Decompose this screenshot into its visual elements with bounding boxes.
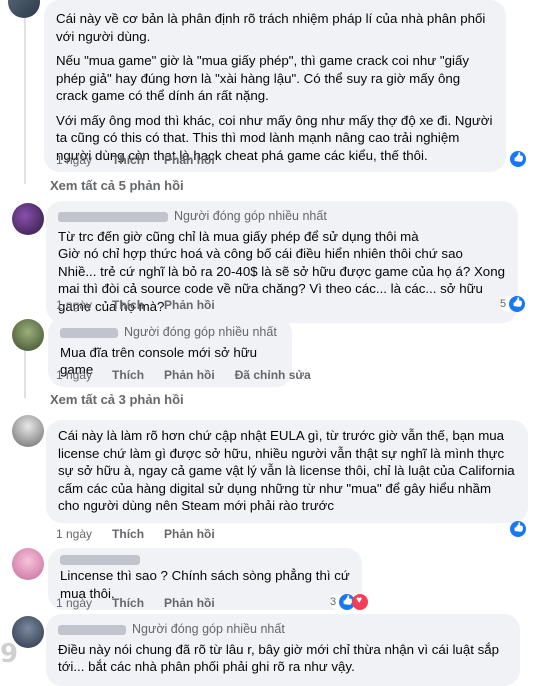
comment-time[interactable]: 1 ngày (56, 527, 92, 541)
reply-button[interactable]: Phản hồi (164, 298, 215, 312)
reaction-summary[interactable]: 3 (330, 594, 369, 610)
like-button[interactable]: Thích (112, 368, 144, 382)
comment-actions: 1 ngày Thích Phản hồi (56, 153, 235, 167)
comment-bubble: Cái này về cơ bản là phân định rõ trách … (44, 0, 506, 172)
author-name-redacted[interactable] (58, 211, 168, 222)
like-button[interactable]: Thích (112, 153, 144, 167)
top-fan-badge: Người đóng góp nhiều nhất (174, 209, 327, 223)
top-fan-badge: Người đóng góp nhiều nhất (132, 622, 285, 636)
comment-time[interactable]: 1 ngày (56, 153, 92, 167)
comment-actions: 1 ngày Thích Phản hồi (56, 298, 235, 312)
reaction-count: 3 (330, 596, 337, 608)
avatar[interactable] (12, 415, 44, 447)
comment-time[interactable]: 1 ngày (56, 368, 92, 382)
avatar[interactable] (8, 0, 40, 18)
like-button[interactable]: Thích (112, 527, 144, 541)
comment-actions: 1 ngày Thích Phản hồi Đã chỉnh sửa (56, 368, 331, 382)
avatar[interactable] (12, 319, 44, 351)
view-replies-link[interactable]: Xem tất cả 5 phản hồi (50, 178, 184, 193)
comment-text: Điều này nói chung đã rõ từ lâu r, bây g… (58, 641, 500, 675)
comment-bubble: Người đóng góp nhiều nhất Điều này nói c… (46, 614, 520, 686)
like-button[interactable]: Thích (112, 596, 144, 610)
like-reaction-icon (509, 296, 526, 312)
avatar[interactable] (12, 548, 44, 580)
edited-label: Đã chỉnh sửa (234, 368, 311, 382)
author-name-redacted[interactable] (60, 327, 118, 338)
comment-text: Cái này là làm rõ hơn chứ cập nhật EULA … (58, 428, 515, 513)
top-fan-badge: Người đóng góp nhiều nhất (124, 325, 277, 339)
comment-text: Nếu "mua game" giờ là "mua giấy phép", t… (56, 53, 469, 103)
like-reaction-icon (510, 521, 526, 537)
reply-button[interactable]: Phản hồi (164, 153, 215, 167)
comment-actions: 1 ngày Thích Phản hồi (56, 527, 235, 541)
reply-button[interactable]: Phản hồi (164, 368, 215, 382)
reply-button[interactable]: Phản hồi (164, 596, 215, 610)
avatar[interactable] (12, 203, 44, 235)
reaction-summary[interactable] (510, 151, 526, 167)
reaction-summary[interactable] (510, 521, 526, 537)
comment-actions: 1 ngày Thích Phản hồi (56, 596, 235, 610)
comment-text: Cái này về cơ bản là phân định rõ trách … (56, 11, 486, 44)
thread-line (24, 14, 26, 184)
like-button[interactable]: Thích (112, 298, 144, 312)
comment-time[interactable]: 1 ngày (56, 298, 92, 312)
like-reaction-icon (510, 151, 526, 167)
view-replies-link[interactable]: Xem tất cả 3 phản hồi (50, 392, 184, 407)
reply-button[interactable]: Phản hồi (164, 527, 215, 541)
reaction-summary[interactable]: 5 (500, 296, 526, 312)
author-name-redacted[interactable] (60, 555, 140, 565)
author-name-redacted[interactable] (58, 624, 126, 635)
reaction-count: 5 (500, 298, 507, 310)
site-watermark: 9 (0, 639, 19, 669)
comment-bubble: Cái này là làm rõ hơn chứ cập nhật EULA … (46, 420, 528, 523)
heart-reaction-icon (352, 594, 369, 610)
comment-time[interactable]: 1 ngày (56, 596, 92, 610)
